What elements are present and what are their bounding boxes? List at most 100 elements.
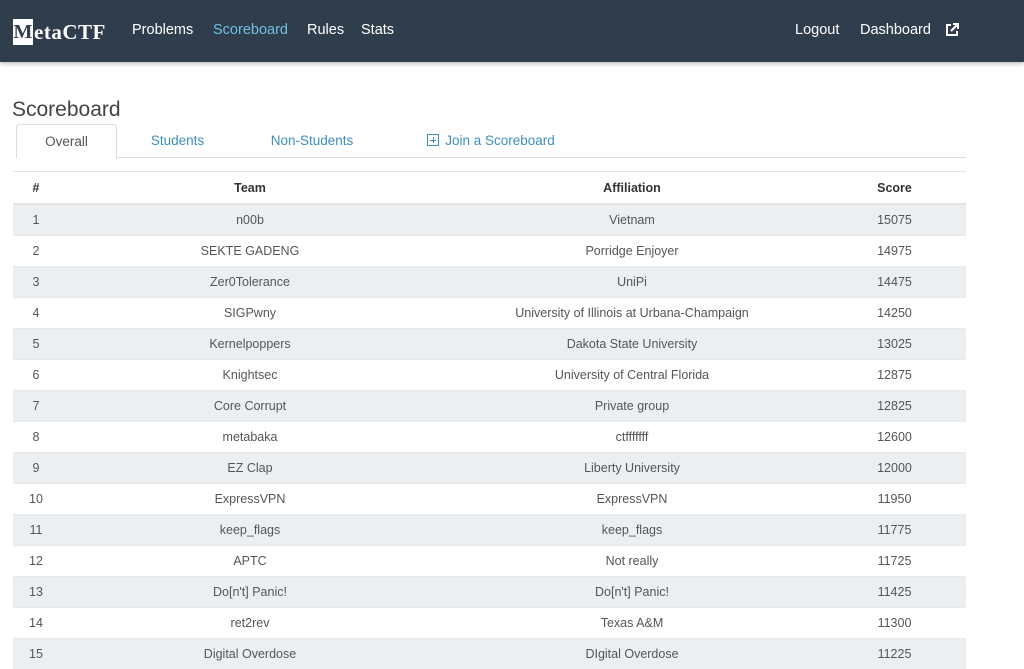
affiliation-cell: Vietnam: [441, 203, 823, 236]
affiliation-cell: Liberty University: [441, 452, 823, 484]
team-cell: APTC: [59, 545, 441, 577]
tab-non-students[interactable]: Non-Students: [252, 124, 372, 157]
score-cell: 12000: [823, 452, 966, 484]
team-cell: Do[n't] Panic!: [59, 576, 441, 608]
table-row: 4 SIGPwny University of Illinois at Urbana…: [13, 297, 966, 329]
affiliation-cell: ExpressVPN: [441, 483, 823, 515]
affiliation-cell: Private group: [441, 390, 823, 422]
external-link-icon[interactable]: [944, 22, 960, 38]
table-row: 7 Core Corrupt Private group 12825: [13, 390, 966, 422]
affiliation-cell: Texas A&M: [441, 607, 823, 639]
table-row: 1 n00b Vietnam 15075: [13, 203, 966, 236]
rank-cell: 12: [13, 545, 59, 577]
affiliation-cell: UniPi: [441, 266, 823, 298]
affiliation-cell: Porridge Enjoyer: [441, 235, 823, 267]
tab-students[interactable]: Students: [128, 124, 227, 157]
nav-rules[interactable]: Rules: [307, 22, 344, 38]
table-row: 12 APTC Not really 11725: [13, 545, 966, 577]
nav-problems[interactable]: Problems: [132, 22, 193, 38]
score-cell: 11225: [823, 638, 966, 669]
tab-join-scoreboard[interactable]: Join a Scoreboard: [416, 124, 566, 157]
score-cell: 11425: [823, 576, 966, 608]
team-cell: metabaka: [59, 421, 441, 453]
rank-cell: 3: [13, 266, 59, 298]
rank-cell: 7: [13, 390, 59, 422]
team-cell: ExpressVPN: [59, 483, 441, 515]
team-cell: ret2rev: [59, 607, 441, 639]
score-cell: 14250: [823, 297, 966, 329]
metactf-logo[interactable]: M etaCTF: [13, 17, 106, 47]
rank-cell: 10: [13, 483, 59, 515]
column-header-rank: #: [13, 171, 59, 205]
team-cell: Core Corrupt: [59, 390, 441, 422]
rank-cell: 13: [13, 576, 59, 608]
table-row: 5 Kernelpoppers Dakota State University 130…: [13, 328, 966, 360]
team-cell: EZ Clap: [59, 452, 441, 484]
nav-scoreboard[interactable]: Scoreboard: [213, 22, 288, 38]
team-cell: keep_flags: [59, 514, 441, 546]
table-row: 10 ExpressVPN ExpressVPN 11950: [13, 483, 966, 515]
team-cell: Kernelpoppers: [59, 328, 441, 360]
logo-mark: M: [13, 19, 33, 45]
affiliation-cell: keep_flags: [441, 514, 823, 546]
table-row: 15 Digital Overdose DIgital Overdose 11225: [13, 638, 966, 669]
nav-logout[interactable]: Logout: [795, 22, 839, 38]
page-title: Scoreboard: [12, 98, 121, 122]
table-row: 3 Zer0Tolerance UniPi 14475: [13, 266, 966, 298]
table-row: 13 Do[n't] Panic! Do[n't] Panic! 11425: [13, 576, 966, 608]
score-cell: 15075: [823, 203, 966, 236]
team-cell: n00b: [59, 203, 441, 236]
column-header-affiliation: Affiliation: [441, 171, 823, 205]
team-cell: Digital Overdose: [59, 638, 441, 669]
score-cell: 12875: [823, 359, 966, 391]
rank-cell: 9: [13, 452, 59, 484]
affiliation-cell: University of Central Florida: [441, 359, 823, 391]
score-cell: 11775: [823, 514, 966, 546]
table-header-row: # Team Affiliation Score: [13, 171, 966, 205]
score-cell: 11300: [823, 607, 966, 639]
rank-cell: 4: [13, 297, 59, 329]
column-header-team: Team: [59, 171, 441, 205]
team-cell: SEKTE GADENG: [59, 235, 441, 267]
nav-dashboard[interactable]: Dashboard: [860, 22, 931, 38]
rank-cell: 14: [13, 607, 59, 639]
logo-text: etaCTF: [34, 19, 106, 44]
score-cell: 12600: [823, 421, 966, 453]
rank-cell: 8: [13, 421, 59, 453]
affiliation-cell: University of Illinois at Urbana-Champai…: [441, 297, 823, 329]
scoreboard-tabs: Overall Students Non-Students Join a Sco…: [16, 124, 966, 159]
affiliation-cell: Not really: [441, 545, 823, 577]
table-row: 6 Knightsec University of Central Florida 1…: [13, 359, 966, 391]
score-cell: 14975: [823, 235, 966, 267]
affiliation-cell: Do[n't] Panic!: [441, 576, 823, 608]
tab-overall[interactable]: Overall: [16, 124, 117, 159]
rank-cell: 5: [13, 328, 59, 360]
table-row: 14 ret2rev Texas A&M 11300: [13, 607, 966, 639]
score-cell: 14475: [823, 266, 966, 298]
score-cell: 13025: [823, 328, 966, 360]
team-cell: SIGPwny: [59, 297, 441, 329]
score-cell: 11950: [823, 483, 966, 515]
table-row: 8 metabaka ctfffffff 12600: [13, 421, 966, 453]
score-cell: 11725: [823, 545, 966, 577]
score-cell: 12825: [823, 390, 966, 422]
plus-square-icon: [427, 134, 440, 146]
table-row: 11 keep_flags keep_flags 11775: [13, 514, 966, 546]
table-row: 2 SEKTE GADENG Porridge Enjoyer 14975: [13, 235, 966, 267]
rank-cell: 15: [13, 638, 59, 669]
rank-cell: 1: [13, 203, 59, 236]
scoreboard-rows: 1 n00b Vietnam 15075 2 SEKTE GADENG Porridge E…: [13, 203, 966, 669]
rank-cell: 11: [13, 514, 59, 546]
rank-cell: 6: [13, 359, 59, 391]
team-cell: Zer0Tolerance: [59, 266, 441, 298]
rank-cell: 2: [13, 235, 59, 267]
top-navbar: M etaCTF Problems Scoreboard Rules Stats…: [0, 0, 1024, 62]
affiliation-cell: ctfffffff: [441, 421, 823, 453]
join-label: Join a Scoreboard: [445, 133, 555, 148]
scoreboard-table: # Team Affiliation Score 1 n00b Vietnam 150…: [13, 171, 966, 669]
affiliation-cell: Dakota State University: [441, 328, 823, 360]
table-row: 9 EZ Clap Liberty University 12000: [13, 452, 966, 484]
nav-stats[interactable]: Stats: [361, 22, 394, 38]
affiliation-cell: DIgital Overdose: [441, 638, 823, 669]
team-cell: Knightsec: [59, 359, 441, 391]
